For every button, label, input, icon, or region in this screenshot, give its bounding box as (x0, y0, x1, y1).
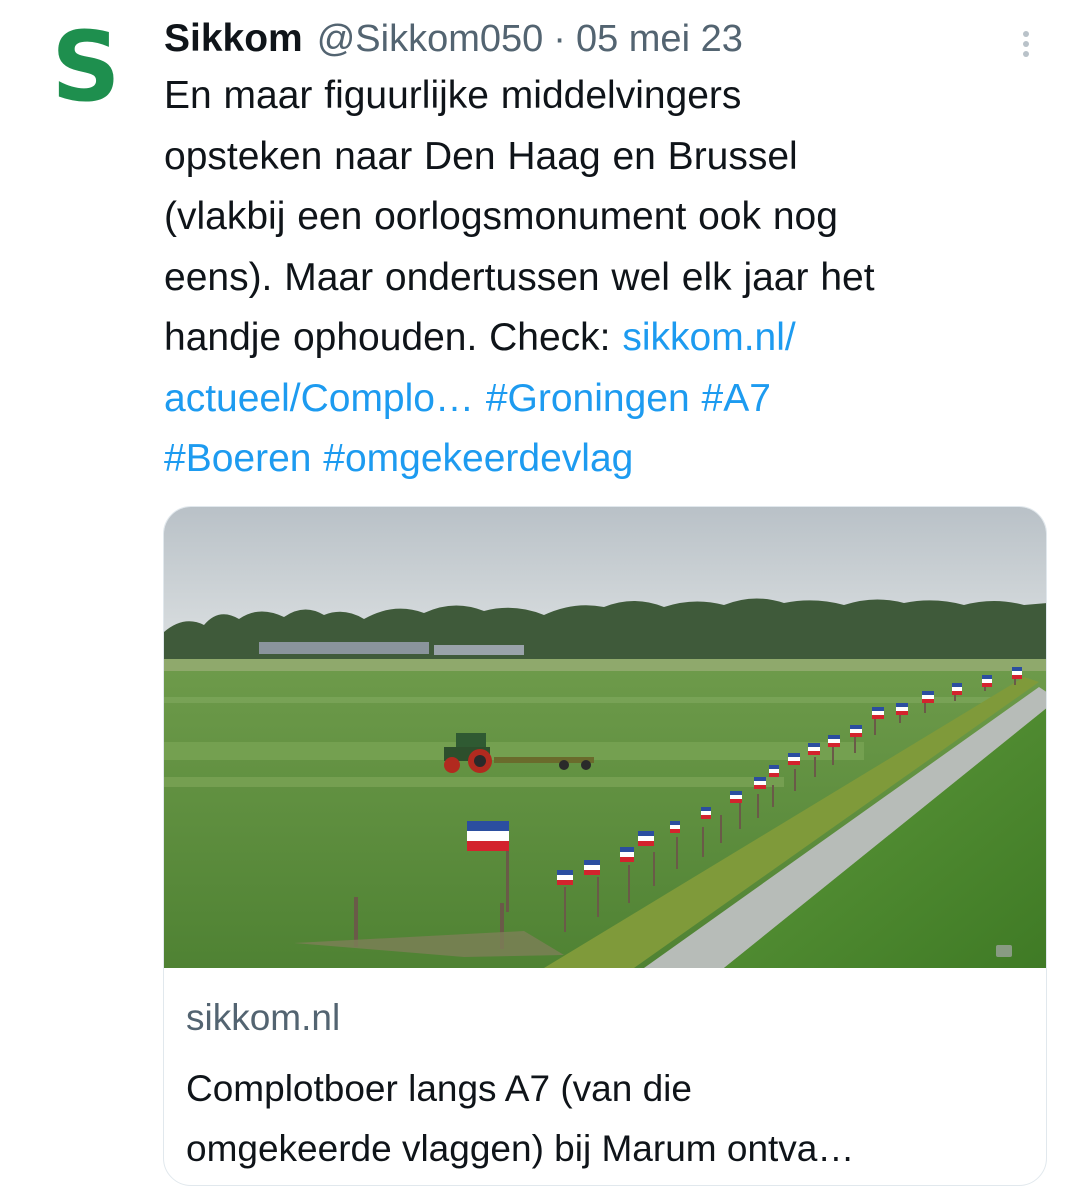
card-image[interactable] (164, 507, 1046, 968)
card-title-line: Complotboer langs A7 (van die (186, 1068, 692, 1109)
tweet-link[interactable]: sikkom.nl/ (622, 316, 795, 359)
hashtag-groningen[interactable]: #Groningen (486, 377, 690, 420)
tweet-text-line: handje ophouden. Check: sikkom.nl/ (164, 308, 1044, 369)
tweet-text-line: (vlakbij een oorlogsmonument ook nog (164, 195, 838, 238)
card-domain: sikkom.nl (186, 997, 341, 1038)
tweet-header: Sikkom @Sikkom050 · 05 mei 23 (164, 10, 743, 66)
tweet-text-plain: handje ophouden. Check: (164, 316, 623, 359)
svg-text:S: S (51, 26, 120, 110)
display-name[interactable]: Sikkom (164, 17, 303, 60)
tweet-text-line: opsteken naar Den Haag en Brussel (164, 134, 798, 178)
hashtag-boeren[interactable]: #Boeren (164, 437, 311, 480)
hashtag-omgekeerdevlag[interactable]: #omgekeerdevlag (323, 437, 633, 480)
link-preview-card[interactable]: sikkom.nl Complotboer langs A7 (van die … (163, 506, 1047, 1186)
sikkom-logo-icon: S (51, 26, 120, 110)
tweet-text-line: #Boeren #omgekeerdevlag (164, 429, 1044, 490)
tweet-text-line: En maar figuurlijke middelvingers (164, 74, 742, 117)
tweet-text-line: eens). Maar ondertussen wel elk jaar het (164, 255, 875, 299)
hashtag-a7[interactable]: #A7 (702, 377, 771, 420)
avatar[interactable]: S (44, 26, 128, 110)
card-title: Complotboer langs A7 (van die omgekeerde… (186, 1059, 1026, 1179)
tweet[interactable]: S Sikkom @Sikkom050 · 05 mei 23 En maar fig… (0, 0, 1080, 1187)
tweet-link-continued[interactable]: actueel/Complo… (164, 377, 474, 420)
field-with-flags-photo (164, 507, 1046, 968)
more-options-button[interactable] (1010, 20, 1042, 68)
timestamp[interactable]: 05 mei 23 (576, 18, 743, 60)
separator-dot: · (553, 18, 566, 60)
user-handle[interactable]: @Sikkom050 (317, 18, 544, 60)
tweet-text: En maar figuurlijke middelvingers opstek… (164, 66, 1044, 490)
tweet-text-line: actueel/Complo… #Groningen #A7 (164, 369, 1044, 430)
card-title-line: omgekeerde vlaggen) bij Marum ontva… (186, 1128, 855, 1169)
